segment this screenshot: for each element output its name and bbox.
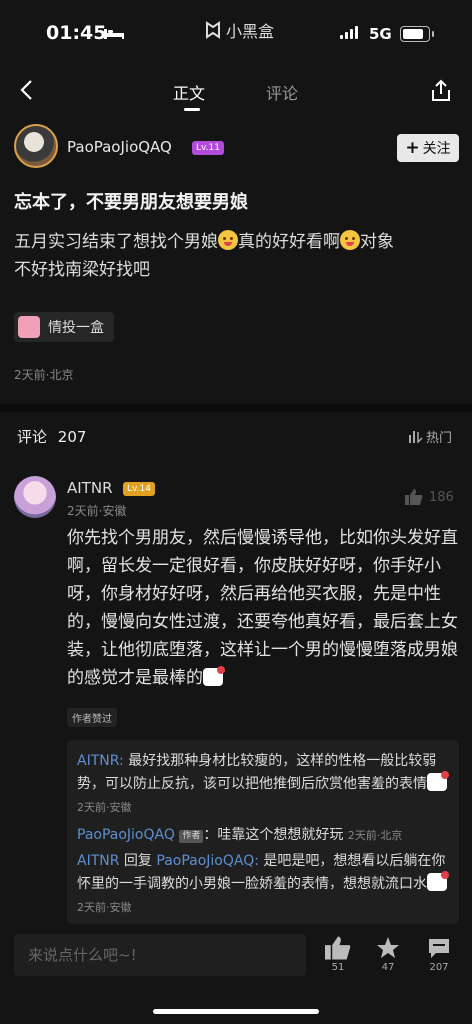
reply-text: ：哇靠这个想想就好玩 [203,827,344,843]
sticker-icon [427,871,449,891]
reply-item[interactable]: AITNR: 最好找那种身材比较瘦的，这样的性格一般比较弱势，可以防止反抗，该可… [77,750,449,819]
comment-like-count: 186 [429,489,454,505]
reply-item[interactable]: PaoPaoJioQAQ 作者 ：哇靠这个想想就好玩 2天前·北京 [77,824,449,847]
favorite-button[interactable]: 47 [366,936,410,973]
topic-icon [18,316,40,338]
home-indicator[interactable] [153,1009,319,1014]
comment-like-button[interactable]: 186 [405,489,454,505]
post-body-segment: 不好找南梁好找吧 [14,260,150,280]
follow-button[interactable]: + 关注 [397,134,459,162]
sticker-icon [203,666,225,686]
status-time: 01:45 [46,22,107,44]
comment-count: 207 [429,962,449,973]
follow-label: 关注 [422,141,451,157]
signal-icon [340,26,358,39]
reply-author[interactable]: PaoPaoJioQAQ [77,827,175,843]
author-name[interactable]: PaoPaoJioQAQ [67,138,172,156]
reply-item[interactable]: AITNR 回复 PaoPaoJioQAQ: 是吧是吧，想想看以后躺在你怀里的一… [77,850,449,919]
commenter-level-badge: Lv.14 [123,482,155,496]
reply-target[interactable]: PaoPaoJioQAQ: [156,853,259,869]
comment-text: 你先找个男朋友，然后慢慢诱导他，比如你头发好直啊，留长发一定很好看，你皮肤好好呀… [67,524,459,692]
tab-body[interactable]: 正文 [173,80,205,104]
active-tab-indicator [184,108,200,111]
topic-label: 情投一盒 [48,320,104,336]
comment-body: 你先找个男朋友，然后慢慢诱导他，比如你头发好直啊，留长发一定很好看，你皮肤好好呀… [67,528,458,688]
reply-author[interactable]: AITNR [77,853,119,869]
like-count: 51 [331,962,345,973]
author-liked-badge: 作者赞过 [67,708,117,727]
yum-emoji-icon [218,230,238,250]
topic-tag[interactable]: 情投一盒 [14,312,114,342]
comment-input[interactable]: 来说点什么吧~! [14,934,306,976]
app-name: 小黑盒 [226,22,275,41]
commenter-name[interactable]: AITNR [67,479,113,497]
back-icon[interactable] [16,78,40,102]
post-title: 忘本了，不要男朋友想要男娘 [14,192,248,213]
plus-icon: + [405,138,420,158]
post-body-segment: 真的好好看啊 [238,232,340,252]
thumbs-up-icon [325,936,351,960]
share-icon[interactable] [428,78,454,104]
reply-word: 回复 [119,853,157,869]
comment-button[interactable]: 207 [417,936,461,973]
sleep-mode-icon [104,29,124,39]
post-meta: 2天前·北京 [14,368,74,382]
author-level-badge: Lv.11 [192,141,224,155]
comment-icon [429,939,449,958]
like-button[interactable]: 51 [316,936,360,973]
sort-label: 热门 [426,431,453,446]
comment-meta: 2天前·安徽 [67,504,127,518]
post-body-segment: 对象 [360,232,394,252]
app-brand: 小黑盒 [204,18,274,42]
comments-header: 评论 207 [17,426,86,447]
star-icon [377,937,399,958]
tab-comments[interactable]: 评论 [266,80,298,104]
reply-text: 最好找那种身材比较瘦的，这样的性格一般比较弱势，可以防止反抗，该可以把他推倒后欣… [77,753,437,792]
sort-icon [409,430,423,443]
reply-meta: 2天前·北京 [347,829,403,842]
reply-meta: 2天前·安徽 [77,801,132,814]
section-divider [0,404,472,412]
yum-emoji-icon [340,230,360,250]
post-body-segment: 五月实习结束了想找个男娘 [14,232,218,252]
app-logo-icon [206,21,220,39]
sticker-icon [427,771,449,791]
commenter-avatar[interactable] [14,476,56,518]
thumbs-up-icon [405,489,423,505]
post-body: 五月实习结束了想找个男娘 真的好好看啊 对象 不好找南梁好找吧 [14,228,458,284]
favorite-count: 47 [381,962,395,973]
reply-list: AITNR: 最好找那种身材比较瘦的，这样的性格一般比较弱势，可以防止反抗，该可… [67,740,459,924]
author-tag: 作者 [179,830,204,843]
battery-icon [400,26,434,42]
author-avatar[interactable] [14,124,58,168]
comments-count: 207 [57,428,87,446]
comments-title: 评论 [17,428,48,446]
sort-toggle[interactable]: 热门 [409,427,452,446]
network-type: 5G [369,25,392,43]
reply-meta: 2天前·安徽 [77,901,132,914]
reply-author[interactable]: AITNR: [77,753,124,769]
